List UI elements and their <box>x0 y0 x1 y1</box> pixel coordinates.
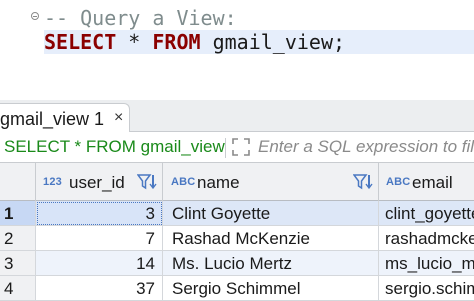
column-header-email[interactable]: ABC email <box>379 163 474 201</box>
cell-email[interactable]: clint_goyette <box>379 201 474 226</box>
column-header-user-id[interactable]: 123 user_id <box>36 163 163 201</box>
cell-user-id[interactable]: 14 <box>36 251 163 276</box>
cell-email[interactable]: rashadmckenzie <box>379 226 474 251</box>
cell-name[interactable]: Clint Goyette <box>163 201 379 226</box>
cell-name[interactable]: Sergio Schimmel <box>163 276 379 301</box>
filter-bar: SELECT * FROM gmail_view <box>0 132 474 163</box>
tab-label: gmail_view 1 <box>0 109 105 129</box>
column-name: email <box>412 173 453 192</box>
cell-email[interactable]: sergio.schimmel <box>379 276 474 301</box>
row-number-header[interactable] <box>0 163 36 201</box>
row-number[interactable]: 3 <box>0 251 36 276</box>
divider <box>225 138 226 158</box>
filter-expression-input[interactable] <box>258 135 474 159</box>
cell-user-id[interactable]: 3 <box>36 201 163 226</box>
semicolon-token: ; <box>333 30 346 54</box>
table-name-token: gmail_view <box>200 30 333 54</box>
text-type-icon: ABC <box>386 176 411 188</box>
tab-gmail-view-1[interactable]: gmail_view 1 × <box>0 103 130 132</box>
code-select-line[interactable]: SELECT * FROM gmail_view; <box>44 30 474 54</box>
fold-icon[interactable] <box>31 12 39 20</box>
grid-header: 123 user_id ABC name ABC email <box>0 163 474 201</box>
column-header-name[interactable]: ABC name <box>163 163 379 201</box>
table-row[interactable]: 4 37 Sergio Schimmel sergio.schimmel <box>0 276 474 301</box>
table-row[interactable]: 3 14 Ms. Lucio Mertz ms_lucio_mertz <box>0 251 474 276</box>
current-query-text[interactable]: SELECT * FROM gmail_view <box>4 137 225 157</box>
column-filter-icon[interactable] <box>136 173 157 191</box>
row-number[interactable]: 4 <box>0 276 36 301</box>
row-number[interactable]: 2 <box>0 226 36 251</box>
column-name: name <box>197 173 240 192</box>
cell-name[interactable]: Rashad McKenzie <box>163 226 379 251</box>
code-comment-line: -- Query a View: <box>44 6 237 30</box>
table-row[interactable]: 2 7 Rashad McKenzie rashadmckenzie <box>0 226 474 251</box>
keyword-from: FROM <box>152 30 201 54</box>
star-token: * <box>116 30 153 54</box>
row-number[interactable]: 1 <box>0 201 36 226</box>
results-grid: 123 user_id ABC name ABC email 1 3 Clint… <box>0 163 474 301</box>
cell-name[interactable]: Ms. Lucio Mertz <box>163 251 379 276</box>
column-name: user_id <box>69 173 125 192</box>
results-tab-bar: gmail_view 1 × <box>0 100 474 132</box>
numeric-type-icon: 123 <box>43 176 62 188</box>
keyword-select: SELECT <box>44 30 117 54</box>
table-row[interactable]: 1 3 Clint Goyette clint_goyette <box>0 201 474 226</box>
expand-icon[interactable] <box>232 138 250 156</box>
cell-user-id[interactable]: 7 <box>36 226 163 251</box>
column-filter-icon[interactable] <box>352 173 373 191</box>
cell-email[interactable]: ms_lucio_mertz <box>379 251 474 276</box>
text-type-icon: ABC <box>171 176 196 188</box>
cell-user-id[interactable]: 37 <box>36 276 163 301</box>
close-icon[interactable]: × <box>114 109 123 127</box>
sql-editor[interactable]: -- Query a View: SELECT * FROM gmail_vie… <box>0 0 474 100</box>
